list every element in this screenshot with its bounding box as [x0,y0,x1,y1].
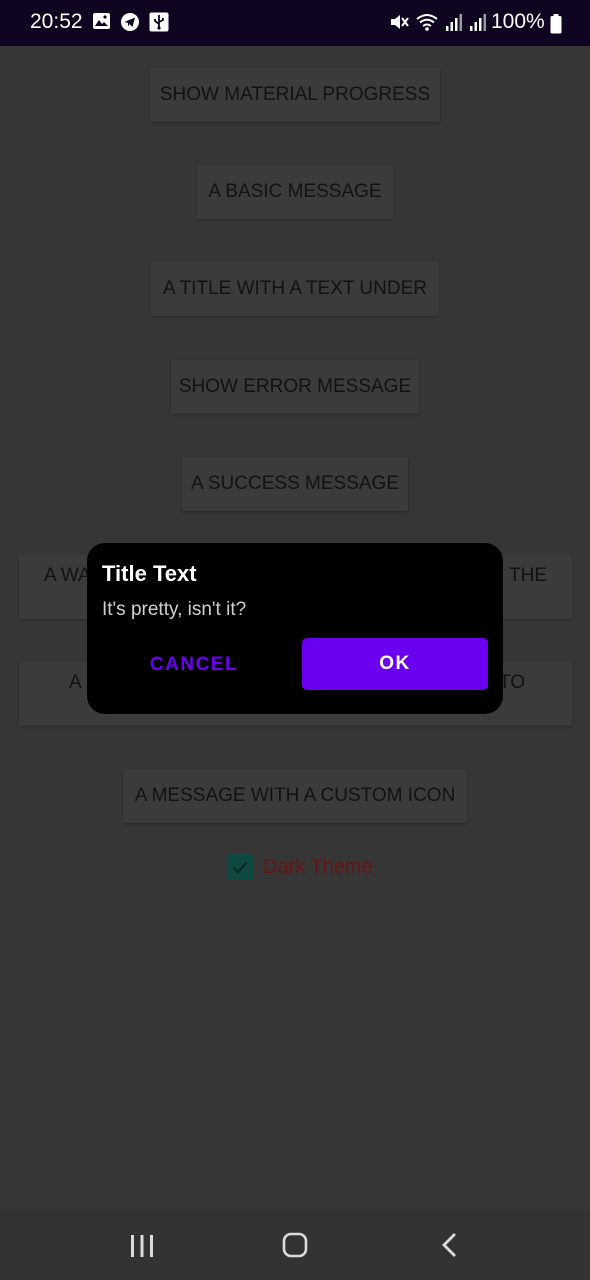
home-icon[interactable] [282,1232,308,1258]
seventh-button-text-left: A [69,672,82,693]
checkmark-icon [232,861,248,875]
status-bar: 20:52 100% [0,0,590,46]
status-left-icons [92,12,169,32]
status-time: 20:52 [30,10,83,33]
navigation-bar [0,1210,590,1280]
ok-button[interactable]: OK [302,638,488,690]
battery-icon [550,14,562,34]
usb-icon [149,12,169,32]
custom-icon-message-button[interactable]: A MESSAGE WITH A CUSTOM ICON [123,769,467,823]
dialog-title: Title Text [102,561,197,586]
mute-icon [391,15,409,29]
show-error-message-button[interactable]: SHOW ERROR MESSAGE [171,360,419,414]
dialog-message: It's pretty, isn't it? [102,599,247,620]
recents-icon[interactable] [129,1233,155,1259]
dark-theme-checkbox[interactable] [227,854,253,880]
telegram-icon [121,13,139,31]
success-message-button[interactable]: A SUCCESS MESSAGE [182,457,408,511]
battery-percent: 100% [491,10,545,33]
show-material-progress-button[interactable]: SHOW MATERIAL PROGRESS [150,68,440,122]
warning-button-text-right: THE [509,565,547,586]
basic-message-button[interactable]: A BASIC MESSAGE [197,165,393,219]
signal-icon [446,14,462,31]
image-icon [93,13,110,29]
dark-theme-option[interactable]: Dark Theme [227,854,373,880]
title-with-text-under-button[interactable]: A TITLE WITH A TEXT UNDER [151,262,439,316]
warning-button-text-left: A WA [44,565,91,586]
status-right-icons [389,12,487,32]
back-icon[interactable] [438,1231,462,1259]
alert-dialog: Title Text It's pretty, isn't it? CANCEL… [87,543,503,714]
cancel-button[interactable]: CANCEL [123,639,265,691]
dark-theme-label: Dark Theme [263,855,373,878]
signal-icon [470,14,486,31]
wifi-icon [416,14,438,31]
